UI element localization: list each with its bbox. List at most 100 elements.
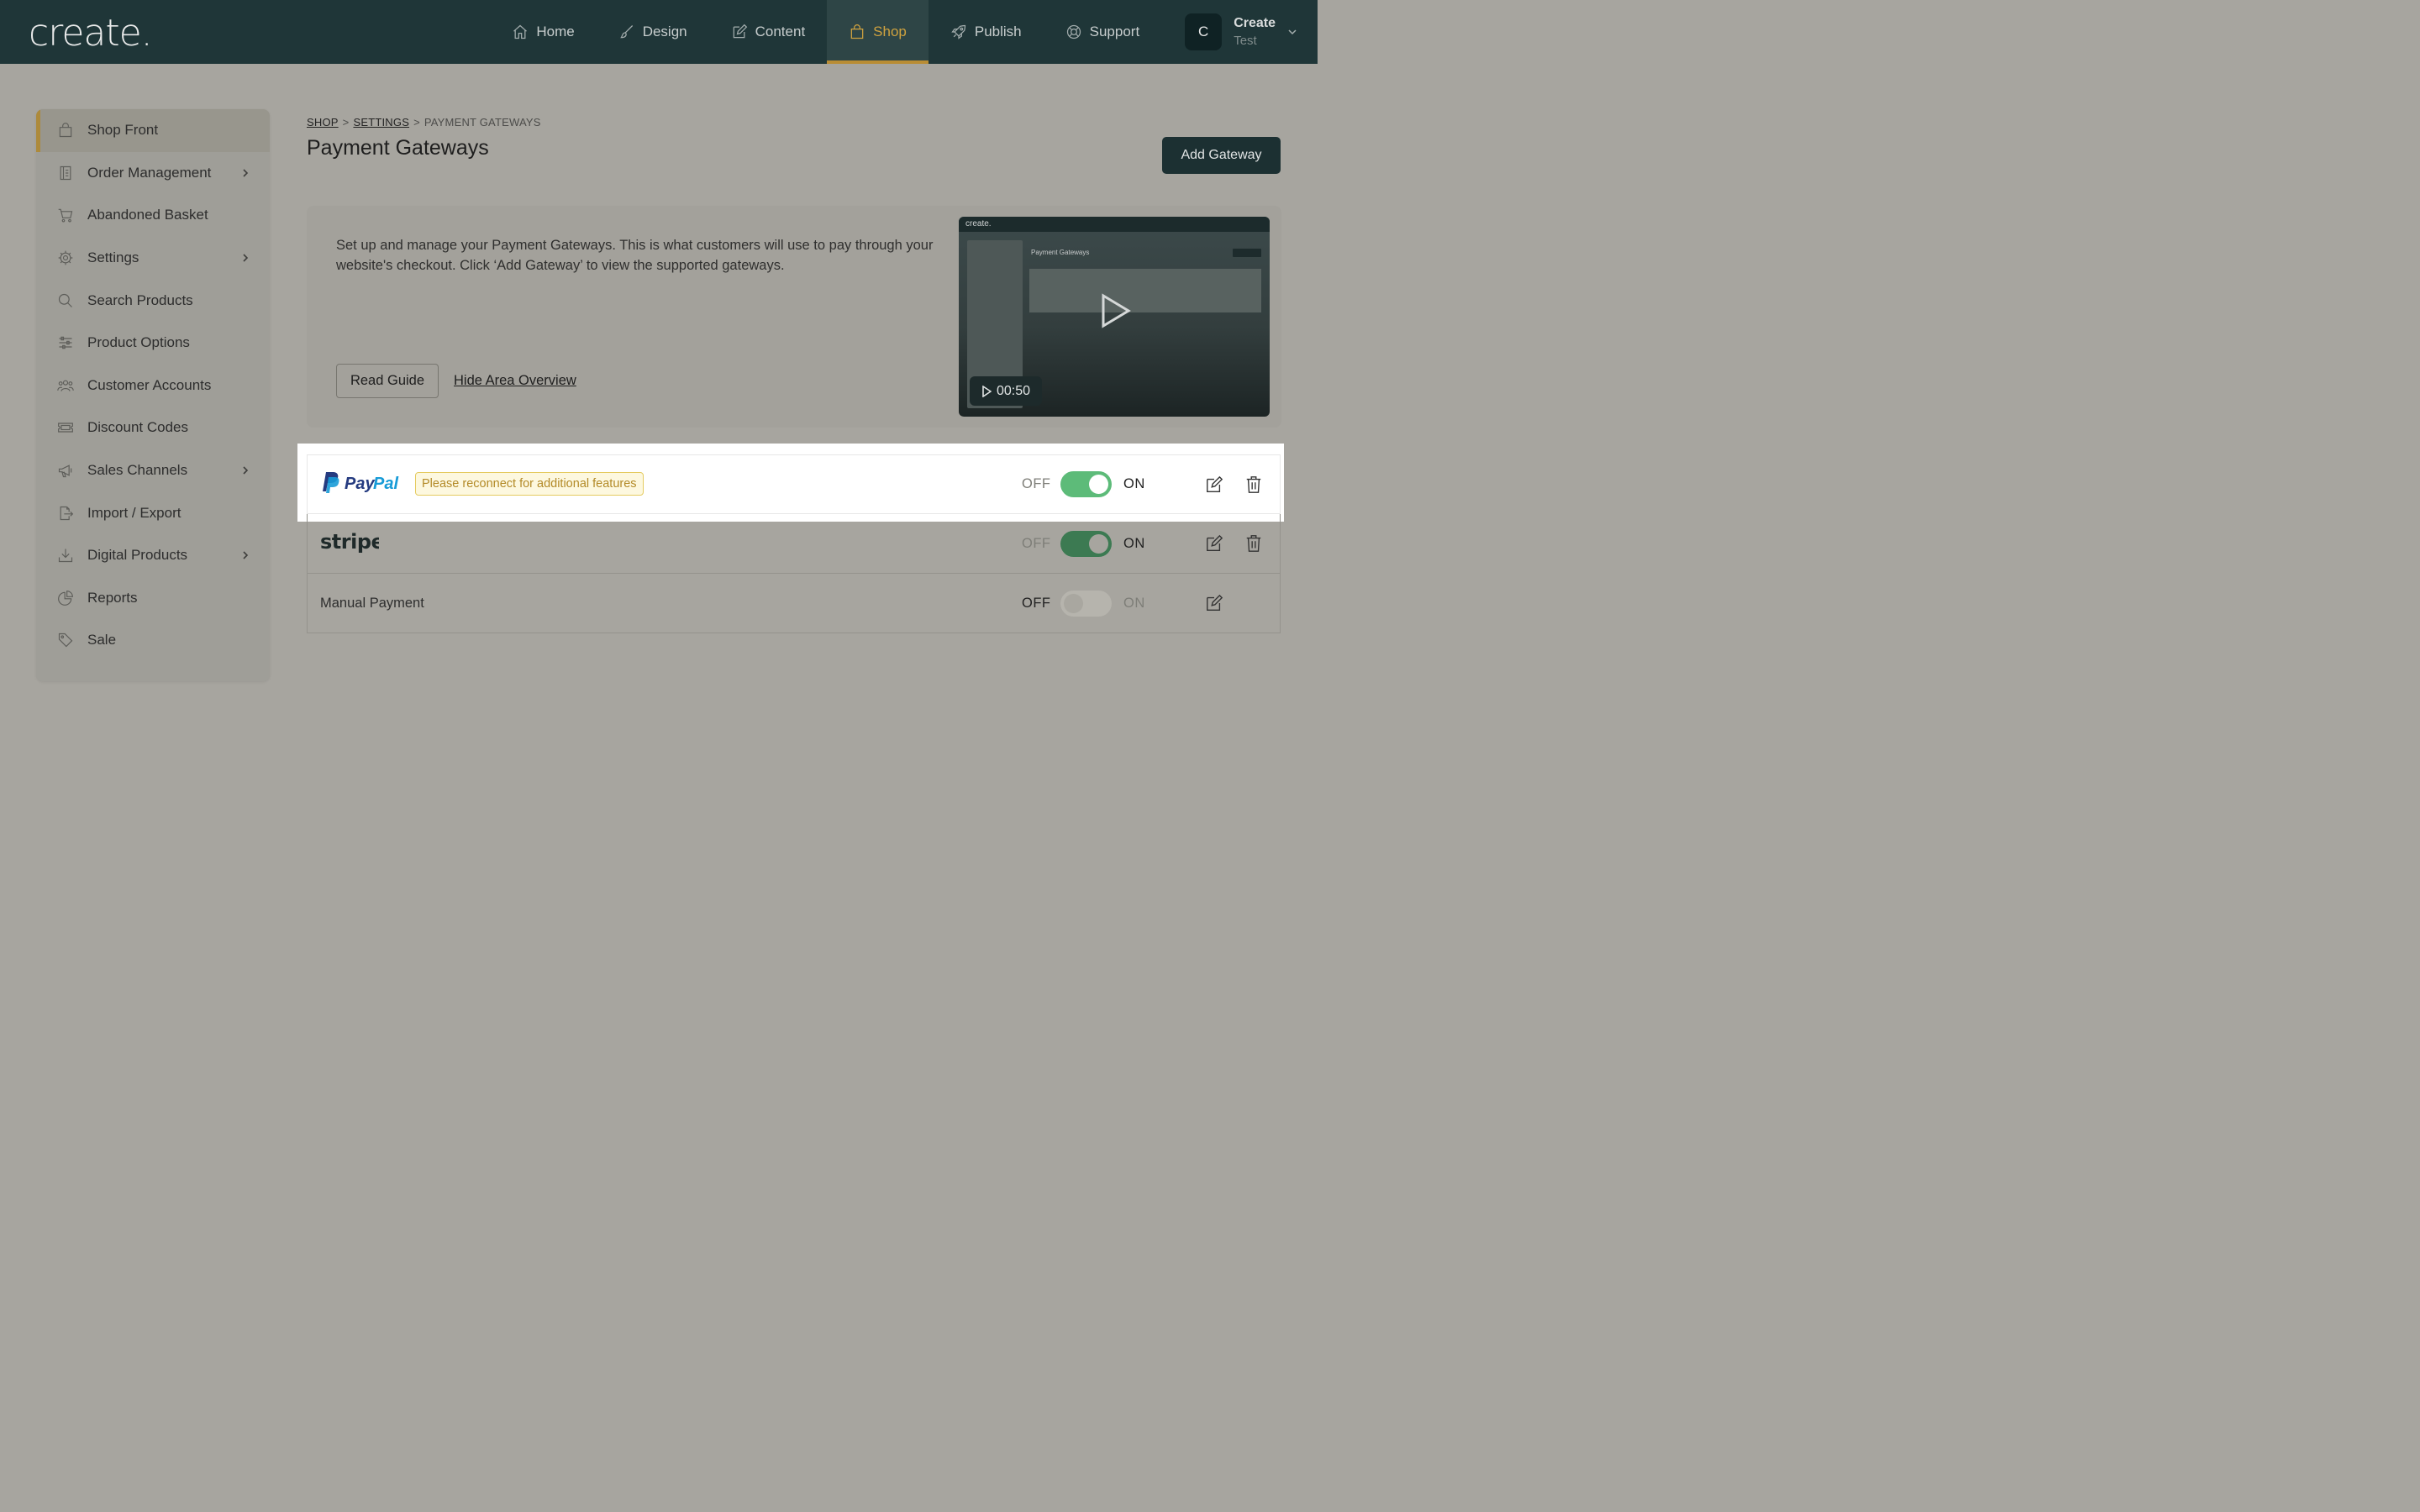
manual-payment-enable-switch[interactable] — [1060, 590, 1112, 617]
tag-icon — [58, 633, 73, 648]
svg-text:Pal: Pal — [373, 475, 398, 493]
avatar: C — [1185, 13, 1223, 50]
account-subtitle: Test — [1234, 34, 1257, 48]
sidebar-item-digital-products[interactable]: Digital Products — [36, 534, 270, 577]
breadcrumb-current: PAYMENT GATEWAYS — [424, 116, 541, 129]
tutorial-video[interactable]: create. Payment Gateways 00:50 — [959, 217, 1270, 417]
switch-knob — [1089, 533, 1108, 554]
video-thumbnail-logo: create. — [965, 219, 992, 228]
chevron-right-icon — [243, 169, 249, 177]
trash-icon — [1246, 475, 1261, 493]
edit-icon — [733, 24, 747, 39]
stripe-logo: stripe — [320, 529, 385, 559]
gateway-row-paypal: Pay Pal Please reconnect for additional … — [307, 454, 1281, 514]
ticket-icon — [58, 423, 73, 433]
nav-design[interactable]: Design — [597, 0, 709, 64]
sidebar-item-label: Order Management — [87, 164, 212, 181]
sidebar-item-label: Sale — [87, 632, 117, 648]
nav-support[interactable]: Support — [1044, 0, 1162, 64]
shopping-bag-icon — [850, 24, 864, 39]
video-thumbnail-panel — [1029, 269, 1261, 312]
nav-shop-label: Shop — [873, 24, 907, 39]
sidebar-item-label: Settings — [87, 249, 139, 266]
sidebar-item-abandoned-basket[interactable]: Abandoned Basket — [36, 194, 270, 237]
delete-button[interactable] — [1244, 455, 1263, 513]
file-export-icon — [60, 506, 74, 520]
sidebar-item-search-products[interactable]: Search Products — [36, 279, 270, 322]
sidebar-item-label: Sales Channels — [87, 462, 188, 479]
chevron-right-icon — [243, 254, 249, 262]
read-guide-button[interactable]: Read Guide — [336, 364, 439, 398]
toggle-on-label: ON — [1123, 476, 1145, 491]
edit-icon — [1207, 534, 1223, 551]
play-icon[interactable] — [1098, 292, 1132, 329]
create-logo[interactable]: create. — [29, 12, 153, 55]
sidebar-item-customer-accounts[interactable]: Customer Accounts — [36, 365, 270, 407]
breadcrumb-settings-link[interactable]: SETTINGS — [353, 116, 409, 129]
edit-button[interactable] — [1205, 455, 1223, 513]
sidebar-item-product-options[interactable]: Product Options — [36, 322, 270, 365]
sidebar-item-shop-front[interactable]: Shop Front — [36, 109, 270, 152]
cart-icon — [58, 209, 73, 223]
toggle-off-label: OFF — [1022, 535, 1051, 551]
sidebar-item-settings[interactable]: Settings — [36, 237, 270, 280]
gateway-name: Manual Payment — [320, 595, 424, 611]
sliders-icon — [59, 337, 72, 349]
add-gateway-button[interactable]: Add Gateway — [1162, 137, 1281, 174]
paypal-enable-switch[interactable] — [1060, 471, 1112, 497]
toggle-off-label: OFF — [1022, 595, 1051, 611]
search-icon — [58, 293, 72, 307]
sidebar-item-import-export[interactable]: Import / Export — [36, 491, 270, 534]
sidebar-item-sales-channels[interactable]: Sales Channels — [36, 449, 270, 492]
edit-button[interactable] — [1205, 514, 1223, 573]
download-icon — [58, 549, 73, 563]
nav-publish-label: Publish — [974, 24, 1022, 39]
lifebuoy-icon — [1066, 24, 1081, 39]
gear-icon — [58, 250, 73, 265]
nav-home-label: Home — [536, 24, 575, 39]
sidebar-item-order-management[interactable]: Order Management — [36, 152, 270, 195]
home-icon — [513, 24, 528, 39]
paypal-logo: Pay Pal — [320, 470, 404, 498]
rocket-icon — [951, 24, 966, 39]
top-navigation-bar: create. Home Design Content Shop Publish… — [0, 0, 1318, 64]
overview-description: Set up and manage your Payment Gateways.… — [336, 238, 934, 273]
delete-button[interactable] — [1244, 514, 1263, 573]
sidebar-item-label: Reports — [87, 589, 138, 606]
sidebar-item-label: Product Options — [87, 334, 190, 351]
breadcrumb-shop-link[interactable]: SHOP — [307, 116, 339, 129]
video-thumbnail-button — [1233, 249, 1261, 257]
chevron-right-icon — [243, 466, 249, 475]
nav-content[interactable]: Content — [709, 0, 828, 64]
video-duration-badge[interactable]: 00:50 — [970, 376, 1042, 406]
sidebar-item-discount-codes[interactable]: Discount Codes — [36, 407, 270, 449]
video-thumbnail-navbar: create. — [959, 217, 1270, 232]
edit-icon — [1207, 475, 1223, 492]
main-nav: Home Design Content Shop Publish Support… — [490, 0, 1318, 64]
play-small-icon — [982, 385, 992, 397]
ledger-icon — [60, 165, 71, 180]
hide-area-overview-link[interactable]: Hide Area Overview — [454, 373, 576, 389]
sidebar-item-label: Digital Products — [87, 547, 188, 564]
nav-publish[interactable]: Publish — [929, 0, 1044, 64]
pie-chart-icon — [58, 590, 73, 606]
stripe-enable-switch[interactable] — [1060, 530, 1112, 557]
breadcrumb: SHOP > SETTINGS > PAYMENT GATEWAYS — [307, 116, 541, 129]
edit-icon — [1207, 594, 1223, 611]
sidebar-item-reports[interactable]: Reports — [36, 577, 270, 620]
account-name: Create — [1234, 16, 1276, 30]
nav-home[interactable]: Home — [490, 0, 596, 64]
trash-icon — [1246, 535, 1261, 552]
account-text: Create Test — [1234, 14, 1276, 50]
svg-text:stripe: stripe — [320, 530, 379, 554]
users-icon — [57, 380, 74, 391]
chevron-down-icon — [1288, 29, 1297, 35]
switch-knob — [1064, 593, 1083, 613]
edit-button[interactable] — [1205, 574, 1223, 633]
sidebar-item-sale[interactable]: Sale — [36, 619, 270, 662]
nav-shop[interactable]: Shop — [827, 0, 929, 64]
chevron-right-icon — [243, 551, 249, 559]
video-thumbnail-title: Payment Gateways — [1031, 249, 1090, 256]
account-menu[interactable]: C Create Test — [1161, 0, 1318, 64]
sidebar-item-label: Search Products — [87, 291, 193, 308]
